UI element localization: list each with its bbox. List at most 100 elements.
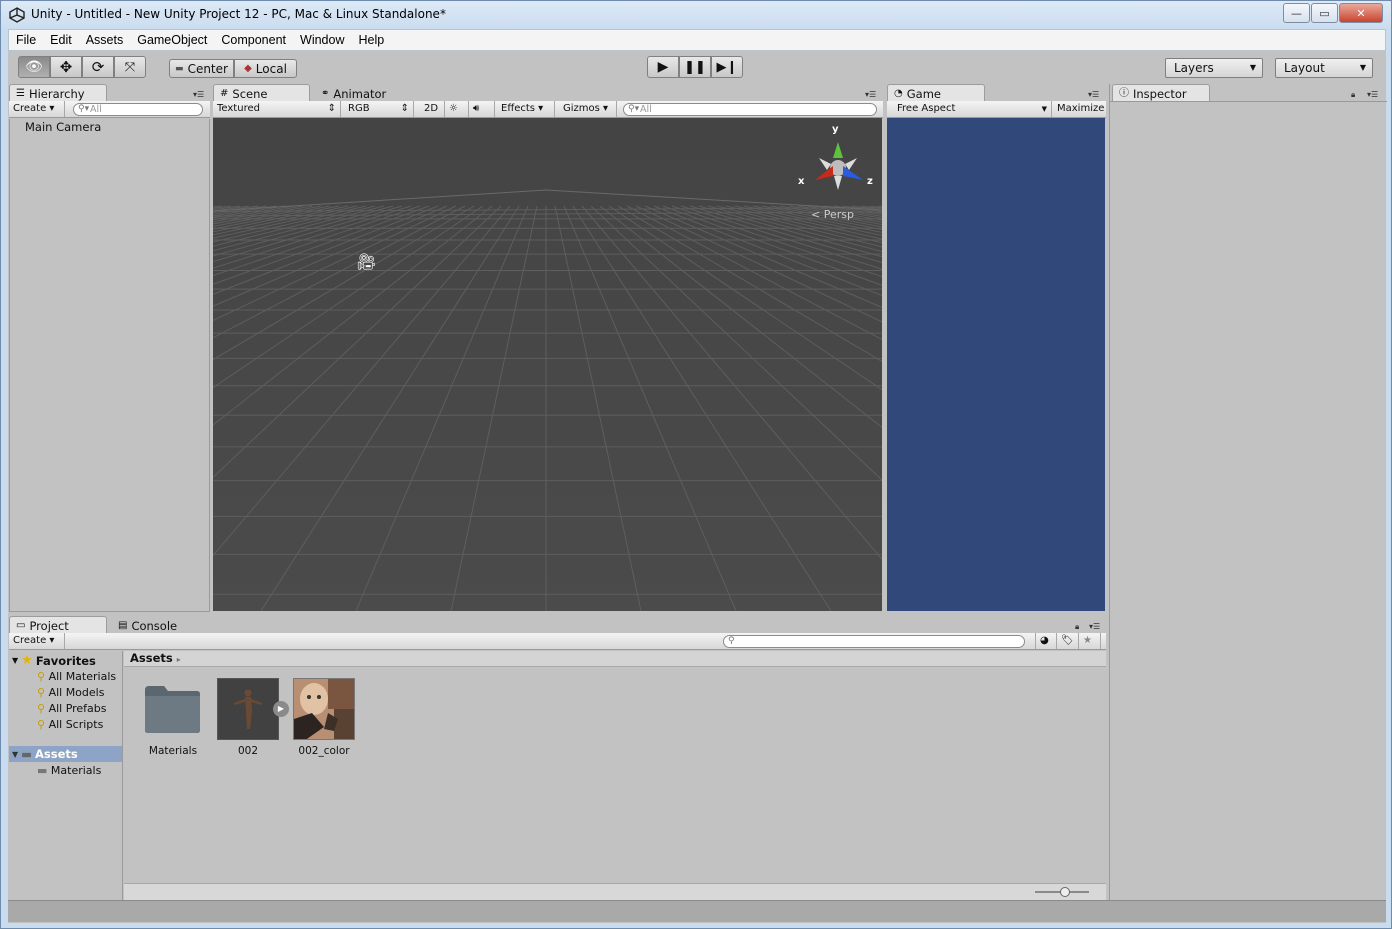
gizmos-dropdown[interactable]: Gizmos ▾ bbox=[559, 101, 617, 117]
layout-dropdown[interactable]: Layout ▼ bbox=[1275, 58, 1373, 78]
cube-icon: ◆ bbox=[244, 63, 252, 74]
star-icon: ★ bbox=[1083, 635, 1092, 646]
menu-window[interactable]: Window bbox=[293, 30, 351, 50]
panel-menu-icon[interactable]: ▾☰ bbox=[1089, 622, 1100, 631]
favorite-all-materials[interactable]: ⚲ All Materials bbox=[37, 669, 116, 685]
breadcrumb-assets[interactable]: Assets bbox=[130, 651, 173, 665]
favorite-all-prefabs[interactable]: ⚲ All Prefabs bbox=[37, 701, 116, 717]
orientation-gizmo[interactable] bbox=[803, 128, 873, 198]
2d-label: 2D bbox=[424, 103, 439, 114]
expand-model-icon[interactable]: ▶ bbox=[273, 701, 289, 717]
audio-toggle[interactable]: 🔊︎ bbox=[469, 101, 495, 117]
hierarchy-item-main-camera[interactable]: Main Camera bbox=[25, 120, 101, 134]
close-button[interactable]: ✕ bbox=[1339, 3, 1383, 23]
pivot-toggles: ▬ Center ◆ Local bbox=[169, 59, 297, 78]
favorite-all-models[interactable]: ⚲ All Models bbox=[37, 685, 116, 701]
menu-edit[interactable]: Edit bbox=[43, 30, 79, 50]
camera-gizmo-icon[interactable]: 🎥︎ bbox=[356, 252, 376, 271]
console-icon: ▤ bbox=[118, 619, 128, 631]
grid-icon: # bbox=[220, 87, 229, 99]
menu-component[interactable]: Component bbox=[214, 30, 293, 50]
lighting-toggle[interactable]: ☼ bbox=[445, 101, 469, 117]
move-tool-button[interactable]: ✥ bbox=[50, 56, 82, 78]
pivot-center-button[interactable]: ▬ Center bbox=[169, 59, 234, 78]
projection-text: Persp bbox=[823, 208, 854, 221]
scale-tool-button[interactable]: ⤧ bbox=[114, 56, 146, 78]
z-axis-cone[interactable] bbox=[843, 166, 863, 180]
save-search-button[interactable]: ★ bbox=[1079, 633, 1101, 649]
menu-gameobject[interactable]: GameObject bbox=[130, 30, 214, 50]
projection-label[interactable]: < Persp bbox=[811, 208, 854, 221]
filter-by-type-button[interactable]: ◕ bbox=[1035, 633, 1057, 649]
panel-menu-icon[interactable]: ▾☰ bbox=[1088, 90, 1099, 99]
search-icon: ⚲ bbox=[37, 718, 46, 731]
minimize-button[interactable]: — bbox=[1283, 3, 1310, 23]
asset-002-model[interactable] bbox=[217, 678, 279, 740]
lock-icon[interactable]: 🔒︎ bbox=[1075, 622, 1079, 632]
transform-tools: 👁 ✥ ⟳ ⤧ bbox=[18, 56, 146, 78]
project-footer bbox=[124, 883, 1106, 900]
info-icon: ⓘ bbox=[1119, 87, 1129, 99]
rotate-tool-button[interactable]: ⟳ bbox=[82, 56, 114, 78]
tab-inspector[interactable]: ⓘ Inspector bbox=[1112, 84, 1210, 102]
assets-section[interactable]: ▼ ▬ Assets bbox=[9, 746, 122, 762]
search-icon: ⚲ bbox=[37, 702, 46, 715]
tab-animator[interactable]: ⚭ Animator bbox=[314, 84, 394, 102]
status-bar bbox=[8, 900, 1386, 922]
tab-hierarchy[interactable]: ☰ Hierarchy bbox=[9, 84, 107, 102]
aspect-dropdown[interactable]: Free Aspect ▼ bbox=[887, 101, 1052, 117]
render-mode-dropdown[interactable]: Textured ⇕ bbox=[213, 101, 341, 117]
window-title: Unity - Untitled - New Unity Project 12 … bbox=[31, 7, 446, 21]
layers-dropdown[interactable]: Layers ▼ bbox=[1165, 58, 1263, 78]
menu-assets[interactable]: Assets bbox=[79, 30, 131, 50]
panel-menu-icon[interactable]: ▾☰ bbox=[865, 90, 876, 99]
favorite-all-scripts[interactable]: ⚲ All Scripts bbox=[37, 717, 116, 733]
project-search-input[interactable]: ⚲ bbox=[723, 635, 1025, 648]
y-axis-cone[interactable] bbox=[833, 142, 843, 158]
game-viewport[interactable] bbox=[887, 118, 1105, 611]
create-label: Create bbox=[13, 635, 47, 646]
tab-scene[interactable]: # Scene bbox=[213, 84, 310, 102]
menu-help[interactable]: Help bbox=[351, 30, 391, 50]
maximize-window-button[interactable]: ▭ bbox=[1311, 3, 1338, 23]
view-tool-button[interactable]: 👁 bbox=[18, 56, 50, 78]
hierarchy-list: Main Camera bbox=[9, 119, 210, 612]
pacman-icon: ◔ bbox=[894, 87, 903, 99]
scene-search-input[interactable]: ⚲▾ All bbox=[623, 103, 877, 116]
character-model-icon bbox=[234, 689, 262, 729]
step-button[interactable]: ▶❙ bbox=[711, 56, 743, 78]
effects-dropdown[interactable]: Effects ▾ bbox=[497, 101, 555, 117]
hierarchy-search-input[interactable]: ⚲▾ All bbox=[73, 103, 203, 116]
tab-project[interactable]: ▭ Project bbox=[9, 616, 107, 634]
panel-menu-icon[interactable]: ▾☰ bbox=[193, 90, 204, 99]
2d-toggle[interactable]: 2D bbox=[420, 101, 445, 117]
filter-by-label-button[interactable]: 🏷︎ bbox=[1057, 633, 1079, 649]
pivot-local-button[interactable]: ◆ Local bbox=[234, 59, 297, 78]
pivot-icon: ▬ bbox=[175, 63, 184, 74]
list-icon: ☰ bbox=[16, 87, 25, 99]
asset-materials-folder[interactable] bbox=[142, 678, 204, 740]
favorites-section[interactable]: ▼ ★ Favorites bbox=[12, 653, 96, 668]
play-button[interactable]: ▶ bbox=[647, 56, 679, 78]
tab-console[interactable]: ▤ Console bbox=[111, 616, 191, 634]
layers-label: Layers bbox=[1174, 61, 1214, 75]
maximize-on-play-toggle[interactable]: Maximize bbox=[1053, 101, 1106, 117]
menu-file[interactable]: File bbox=[9, 30, 43, 50]
hierarchy-create-button[interactable]: Create ▾ bbox=[9, 101, 65, 117]
channel-dropdown[interactable]: RGB ⇕ bbox=[344, 101, 414, 117]
tab-game[interactable]: ◔ Game bbox=[887, 84, 985, 102]
slider-handle[interactable] bbox=[1060, 887, 1070, 897]
dropdown-arrow-icon: ▼ bbox=[1359, 63, 1366, 72]
hierarchy-toolbar: Create ▾ ⚲▾ All bbox=[9, 101, 210, 118]
lock-icon[interactable]: 🔒︎ bbox=[1351, 90, 1355, 100]
hierarchy-panel: ☰ Hierarchy ▾☰ Create ▾ ⚲▾ All Main Camera bbox=[9, 84, 210, 612]
pause-button[interactable]: ❚❚ bbox=[679, 56, 711, 78]
panel-menu-icon[interactable]: ▾☰ bbox=[1367, 90, 1378, 99]
asset-002-color-texture[interactable] bbox=[293, 678, 355, 740]
scale-icon: ⤧ bbox=[124, 59, 136, 75]
scene-viewport[interactable]: 🎥︎ y x z < Persp bbox=[213, 118, 882, 611]
project-create-button[interactable]: Create ▾ bbox=[9, 633, 65, 649]
triangle-down-icon: ▼ bbox=[12, 656, 19, 665]
folder-icon bbox=[145, 686, 200, 733]
asset-folder-materials[interactable]: ▬ Materials bbox=[37, 764, 101, 777]
